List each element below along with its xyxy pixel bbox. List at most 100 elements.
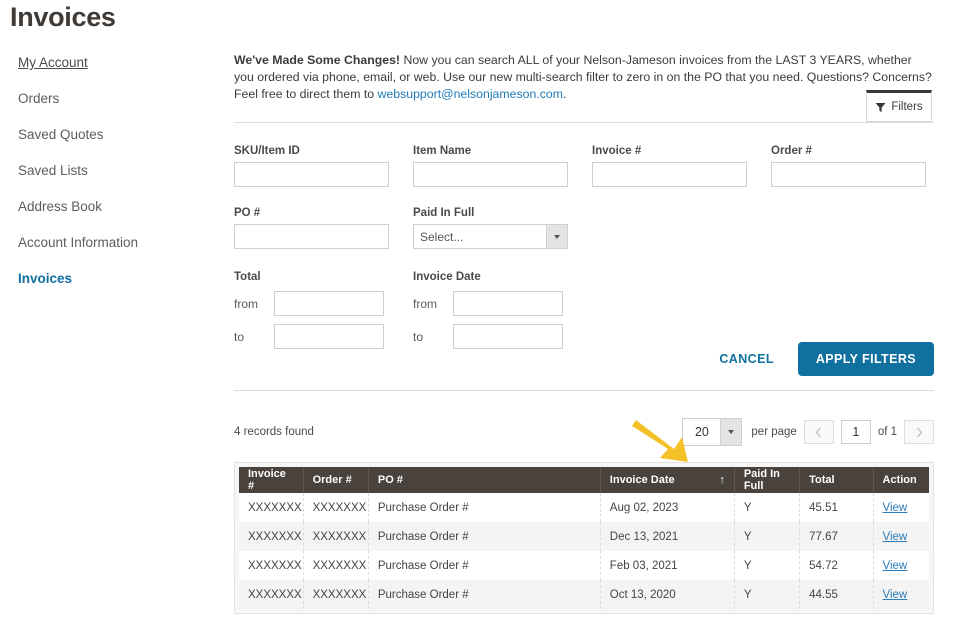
cell-action: View (873, 493, 929, 522)
page-total-label: of 1 (877, 426, 897, 438)
view-invoice-link[interactable]: View (883, 502, 908, 514)
paid-in-full-value: Select... (420, 229, 464, 244)
invoice-date-from-line: from (413, 291, 568, 316)
main-content: We've Made Some Changes! Now you can sea… (234, 40, 934, 614)
invoices-page: Invoices My Account Orders Saved Quotes … (0, 0, 953, 623)
previous-page-button[interactable] (803, 420, 834, 444)
cell-order-number: XXXXXXX (303, 493, 369, 522)
column-header-action: Action (873, 467, 929, 493)
view-invoice-link[interactable]: View (883, 531, 908, 543)
cell-invoice-date: Feb 03, 2021 (600, 551, 735, 580)
table-header: Invoice # Order # PO # Invoice Date ↑ Pa… (239, 467, 929, 493)
pagination-controls: 20 per page of 1 (682, 418, 934, 446)
label-sku-item-id: SKU/Item ID (234, 145, 300, 157)
field-total-range: Total from to (234, 271, 389, 349)
announcement-lead: We've Made Some Changes! (234, 53, 401, 68)
cell-paid-in-full: Y (734, 522, 801, 551)
invoices-table: Invoice # Order # PO # Invoice Date ↑ Pa… (239, 467, 929, 609)
field-po-number: PO # (234, 207, 389, 249)
filters-tab-label: Filters (891, 101, 923, 113)
invoices-table-container: Invoice # Order # PO # Invoice Date ↑ Pa… (234, 462, 934, 614)
column-header-invoice-date[interactable]: Invoice Date ↑ (600, 467, 735, 493)
sidebar-item-saved-lists[interactable]: Saved Lists (18, 163, 218, 179)
chevron-right-icon (916, 427, 922, 437)
announcement-body-end: . (562, 87, 567, 102)
field-order-number: Order # (771, 145, 926, 187)
cell-po-number: Purchase Order # (368, 522, 601, 551)
cell-invoice-number: XXXXXXX (239, 522, 304, 551)
item-name-input[interactable] (413, 162, 568, 187)
filter-actions: CANCEL APPLY FILTERS (234, 342, 934, 376)
apply-filters-button[interactable]: APPLY FILTERS (797, 342, 934, 376)
sidebar-item-saved-quotes[interactable]: Saved Quotes (18, 127, 218, 143)
invoice-number-input[interactable] (592, 162, 747, 187)
results-bar: 4 records found 20 per page 1 of 1 (234, 418, 934, 462)
per-page-dropdown-button[interactable] (720, 419, 742, 445)
chevron-down-icon (728, 430, 735, 434)
filter-row-2: PO # Paid In Full Select... (234, 207, 934, 249)
label-item-name: Item Name (413, 145, 472, 157)
cell-po-number: Purchase Order # (368, 580, 601, 609)
per-page-label: per page (751, 426, 797, 438)
column-header-paid-in-full[interactable]: Paid In Full (734, 467, 801, 493)
table-row: XXXXXXX XXXXXXX Purchase Order # Aug 02,… (239, 493, 929, 522)
paid-in-full-select[interactable]: Select... (413, 224, 568, 249)
divider-bottom (234, 390, 934, 391)
websupport-email-link[interactable]: websupport@nelsonjameson.com (378, 87, 563, 101)
cell-order-number: XXXXXXX (303, 522, 369, 551)
column-header-total[interactable]: Total (799, 467, 874, 493)
cell-invoice-date: Aug 02, 2023 (600, 493, 735, 522)
view-invoice-link[interactable]: View (883, 589, 908, 601)
next-page-button[interactable] (904, 420, 934, 444)
sidebar-item-address-book[interactable]: Address Book (18, 199, 218, 215)
filter-form: SKU/Item ID Item Name Invoice # Order # (234, 145, 934, 349)
cancel-button[interactable]: CANCEL (713, 351, 779, 367)
account-sidebar: My Account Orders Saved Quotes Saved Lis… (18, 55, 218, 307)
chevron-left-icon (815, 427, 822, 437)
paid-in-full-dropdown-button[interactable] (546, 225, 567, 248)
cell-action: View (873, 580, 929, 609)
filters-tab-container: Filters (866, 90, 932, 122)
column-header-order-number[interactable]: Order # (303, 467, 369, 493)
column-header-po-number[interactable]: PO # (368, 467, 601, 493)
records-found-text: 4 records found (234, 426, 314, 438)
order-number-input[interactable] (771, 162, 926, 187)
cell-paid-in-full: Y (734, 493, 801, 522)
po-number-input[interactable] (234, 224, 389, 249)
cell-total: 77.67 (799, 522, 874, 551)
funnel-icon (875, 102, 886, 112)
label-order-number: Order # (771, 145, 812, 157)
cell-action: View (873, 522, 929, 551)
field-sku-item-id: SKU/Item ID (234, 145, 389, 187)
sort-ascending-icon: ↑ (719, 474, 725, 486)
cell-po-number: Purchase Order # (368, 551, 601, 580)
page-number-input[interactable] (840, 420, 871, 444)
announcement-banner: We've Made Some Changes! Now you can sea… (234, 52, 934, 103)
sku-item-id-input[interactable] (234, 162, 389, 187)
divider-top (234, 122, 934, 123)
sidebar-item-account-information[interactable]: Account Information (18, 235, 218, 251)
filters-tab[interactable]: Filters (866, 90, 932, 122)
view-invoice-link[interactable]: View (883, 560, 908, 572)
cell-invoice-number: XXXXXXX (239, 493, 304, 522)
cell-paid-in-full: Y (734, 551, 801, 580)
column-header-invoice-number[interactable]: Invoice # (239, 467, 304, 493)
filter-row-1: SKU/Item ID Item Name Invoice # Order # (234, 145, 934, 187)
invoice-date-from-label: from (413, 296, 437, 311)
field-paid-in-full: Paid In Full Select... (413, 207, 568, 249)
sidebar-item-my-account[interactable]: My Account (18, 55, 218, 71)
field-item-name: Item Name (413, 145, 568, 187)
total-from-input[interactable] (274, 291, 384, 316)
sidebar-item-invoices[interactable]: Invoices (18, 271, 218, 287)
cell-total: 45.51 (799, 493, 874, 522)
table-header-row: Invoice # Order # PO # Invoice Date ↑ Pa… (239, 467, 929, 493)
cell-invoice-number: XXXXXXX (239, 551, 304, 580)
invoice-date-from-input[interactable] (453, 291, 563, 316)
annotation-arrow-icon (632, 420, 688, 462)
cell-total: 54.72 (799, 551, 874, 580)
sidebar-item-orders[interactable]: Orders (18, 91, 218, 107)
table-row: XXXXXXX XXXXXXX Purchase Order # Feb 03,… (239, 551, 929, 580)
cell-invoice-number: XXXXXXX (239, 580, 304, 609)
table-row: XXXXXXX XXXXXXX Purchase Order # Oct 13,… (239, 580, 929, 609)
total-from-label: from (234, 296, 258, 311)
